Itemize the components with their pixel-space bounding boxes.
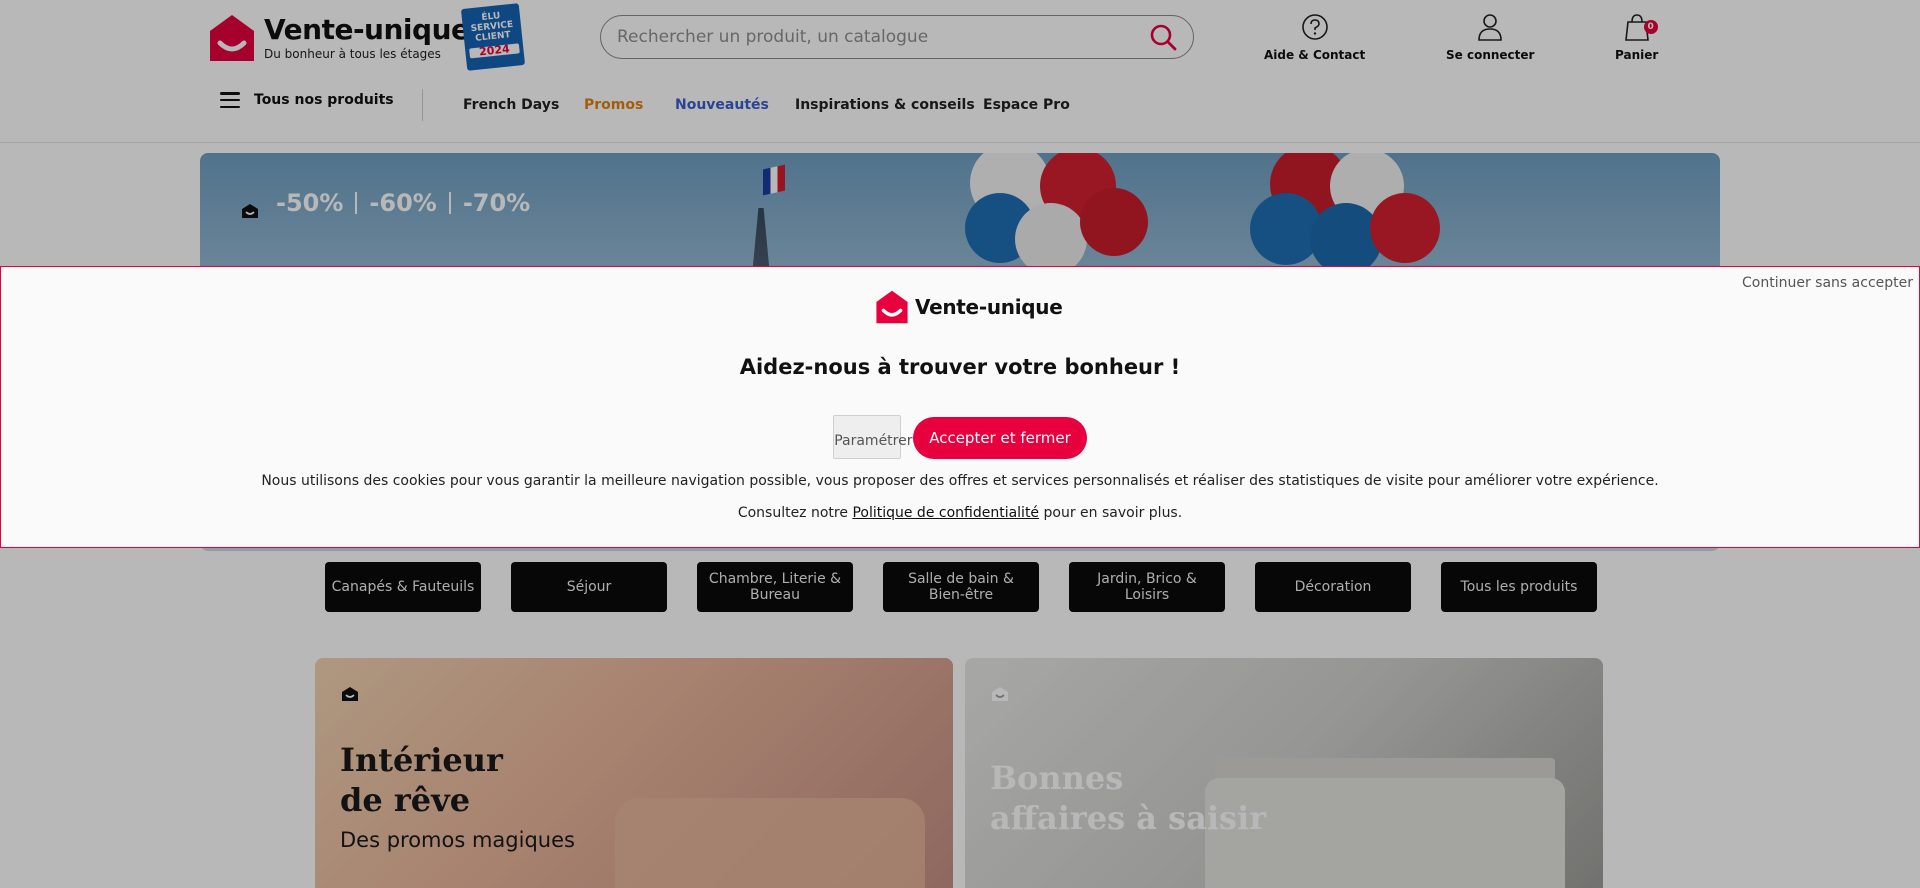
cookie-policy-line: Consultez notre Politique de confidentia… [1,505,1919,521]
continue-without-accepting-link[interactable]: Continuer sans accepter [1742,275,1913,291]
settings-button[interactable]: Paramétrer [833,415,913,459]
cookie-title: Aidez-nous à trouver votre bonheur ! [739,355,1181,379]
cookie-actions: Paramétrer Accepter et fermer [1,415,1919,459]
cookie-logo: Vente-unique [875,289,1063,325]
cookie-logo-name: Vente-unique [915,295,1063,319]
house-logo-icon [876,290,908,324]
policy-suffix: pour en savoir plus. [1043,505,1183,521]
privacy-policy-link[interactable]: Politique de confidentialité [852,505,1039,521]
cookie-description: Nous utilisons des cookies pour vous gar… [261,473,1659,489]
cookie-consent-banner: Continuer sans accepter Vente-unique Aid… [0,266,1920,548]
policy-prefix: Consultez notre [737,505,848,521]
accept-close-button[interactable]: Accepter et fermer [913,417,1087,459]
